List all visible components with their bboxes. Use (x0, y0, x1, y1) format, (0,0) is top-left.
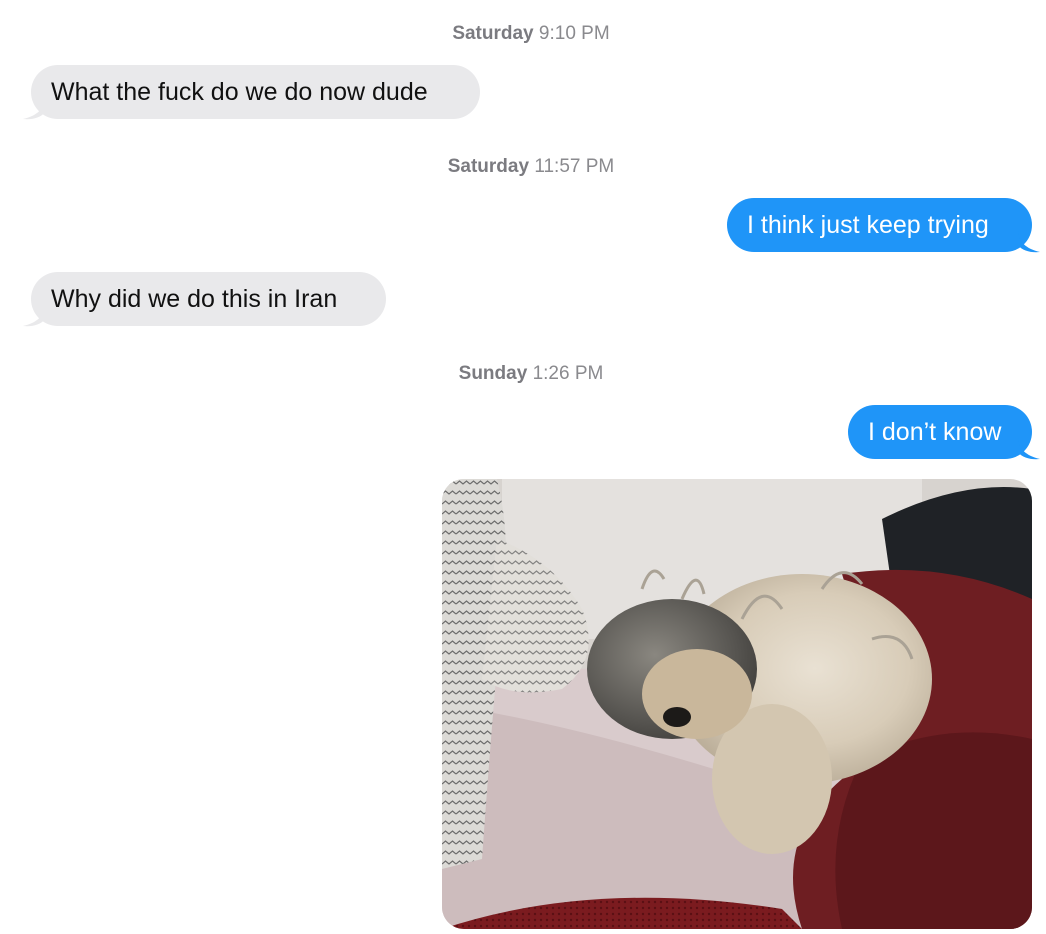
incoming-message-bubble[interactable]: What the fuck do we do now dude (23, 65, 480, 120)
timestamp-day: Sunday (458, 363, 528, 384)
sleeping-dog-photo (442, 479, 1032, 929)
timestamp-header: Sunday 1:26 PM (0, 363, 1046, 385)
bubble-tail-icon (23, 98, 45, 120)
message-text: Why did we do this in Iran (51, 285, 338, 313)
message-text: I think just keep trying (747, 211, 989, 239)
bubble-tail-icon (23, 305, 45, 327)
outgoing-message-bubble[interactable]: I think just keep trying (727, 198, 1040, 253)
bubble-tail-icon (1018, 438, 1040, 460)
incoming-message-bubble[interactable]: Why did we do this in Iran (23, 272, 386, 327)
photo-attachment[interactable] (442, 479, 1032, 929)
message-text: What the fuck do we do now dude (51, 78, 428, 106)
timestamp-time: 1:26 PM (532, 363, 604, 384)
bubble-tail-icon (1018, 231, 1040, 253)
message-text: I don’t know (868, 418, 1002, 446)
timestamp-time: 9:10 PM (538, 23, 610, 44)
timestamp-header: Saturday 9:10 PM (0, 23, 1046, 45)
timestamp-header: Saturday 11:57 PM (0, 156, 1046, 178)
timestamp-day: Saturday (452, 23, 534, 44)
outgoing-message-bubble[interactable]: I don’t know (848, 405, 1040, 460)
timestamp-day: Saturday (447, 156, 530, 177)
message-transcript: Saturday 9:10 PM What the fuck do we do … (0, 0, 1046, 934)
timestamp-time: 11:57 PM (534, 156, 615, 177)
